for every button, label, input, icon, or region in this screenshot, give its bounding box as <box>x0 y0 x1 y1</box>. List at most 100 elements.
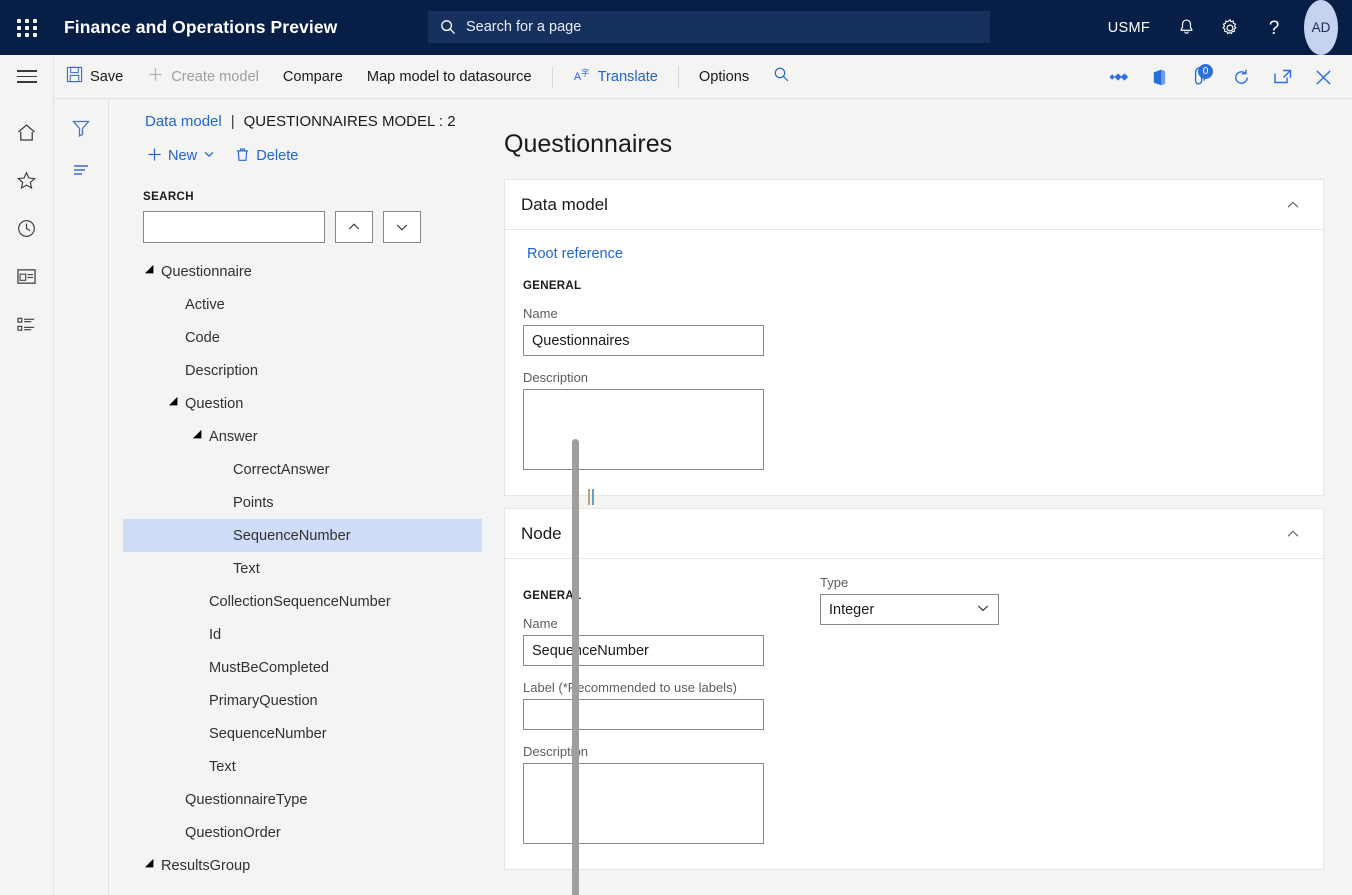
tree-item[interactable]: Text <box>123 552 482 585</box>
tree-item[interactable]: QuestionOrder <box>123 816 482 849</box>
app-launcher-icon[interactable] <box>0 0 54 55</box>
save-button[interactable]: Save <box>54 55 135 99</box>
command-search-button[interactable] <box>761 55 802 99</box>
tree-toolbar: New Delete <box>123 130 482 172</box>
tree-item[interactable]: CorrectAnswer <box>123 453 482 486</box>
node-card: Node GENERAL Name Label (*Recommended to… <box>504 508 1324 870</box>
modules-list-icon[interactable] <box>0 301 54 347</box>
new-button[interactable]: New <box>139 140 223 172</box>
node-name-input[interactable] <box>523 635 764 666</box>
tree-vertical-scrollbar[interactable] <box>572 439 579 895</box>
data-model-description-textarea[interactable] <box>523 389 764 470</box>
tree-item[interactable]: Text <box>123 750 482 783</box>
page-title: Questionnaires <box>504 99 1324 179</box>
node-card-body: GENERAL Name Label (*Recommended to use … <box>505 559 1323 869</box>
home-icon[interactable] <box>0 109 54 155</box>
tree-item[interactable]: SequenceNumber <box>123 519 482 552</box>
panel-splitter[interactable] <box>585 99 597 895</box>
tree-item[interactable]: ResultsGroup <box>123 849 482 882</box>
settings-gear-icon[interactable] <box>1208 0 1252 55</box>
tree-expand-triangle-icon[interactable] <box>143 860 161 872</box>
tree-item[interactable]: Active <box>123 288 482 321</box>
tree-item-label: CollectionSequenceNumber <box>209 594 391 610</box>
tree-item-label: Points <box>233 495 274 511</box>
app-title: Finance and Operations Preview <box>64 17 337 38</box>
data-model-name-label: Name <box>523 306 1305 321</box>
triangle-icon <box>169 396 182 409</box>
root-reference-link[interactable]: Root reference <box>523 244 623 262</box>
user-avatar[interactable]: AD <box>1304 0 1338 55</box>
tree-item-label: Text <box>209 759 236 775</box>
compare-button[interactable]: Compare <box>271 55 355 99</box>
open-in-new-window-icon[interactable] <box>1262 55 1303 99</box>
office-apps-icon[interactable] <box>1139 55 1180 99</box>
tree-item-label: Code <box>185 330 220 346</box>
splitter-grip <box>588 489 594 505</box>
options-button[interactable]: Options <box>687 55 761 99</box>
app-root: Finance and Operations Preview Search fo… <box>0 0 1352 895</box>
navigation-rail <box>0 99 54 895</box>
data-model-tree[interactable]: QuestionnaireActive Code Description Questi… <box>123 255 482 895</box>
tree-item-label: SequenceNumber <box>209 726 327 742</box>
search-section-label: SEARCH <box>123 172 482 203</box>
tree-item[interactable]: CollectionSequenceNumber <box>123 585 482 618</box>
node-general-heading: GENERAL <box>523 590 764 602</box>
search-next-button[interactable] <box>383 211 421 243</box>
company-selector[interactable]: USMF <box>1094 0 1164 55</box>
attachments-icon[interactable]: 0 <box>1180 55 1221 99</box>
tree-expand-triangle-icon[interactable] <box>167 398 185 410</box>
data-model-card-header: Data model <box>505 180 1323 230</box>
create-model-label: Create model <box>171 69 259 85</box>
breadcrumb-link-data-model[interactable]: Data model <box>145 113 222 130</box>
nav-hamburger-icon[interactable] <box>0 55 54 99</box>
tree-item[interactable]: PrimaryQuestion <box>123 684 482 717</box>
workspaces-icon[interactable] <box>0 253 54 299</box>
global-search-box[interactable]: Search for a page <box>428 11 990 43</box>
tree-expand-triangle-icon[interactable] <box>191 431 209 443</box>
tree-item[interactable]: Answer <box>123 420 482 453</box>
favorites-star-icon[interactable] <box>0 157 54 203</box>
map-model-to-datasource-button[interactable]: Map model to datasource <box>355 55 544 99</box>
tree-expand-triangle-icon[interactable] <box>143 266 161 278</box>
data-model-general-heading: GENERAL <box>523 280 1305 292</box>
tree-item-label: Question <box>185 396 243 412</box>
command-bar: Save Create model Compare Map model to d… <box>0 55 1352 99</box>
compare-label: Compare <box>283 69 343 85</box>
filter-icon[interactable] <box>54 107 109 149</box>
notifications-bell-icon[interactable] <box>1164 0 1208 55</box>
translate-button[interactable]: A字 Translate <box>561 55 670 99</box>
search-input[interactable] <box>143 211 325 243</box>
data-model-card-body: Root reference GENERAL Name Description <box>505 230 1323 495</box>
tree-item-label: SequenceNumber <box>233 528 351 544</box>
recent-clock-icon[interactable] <box>0 205 54 251</box>
node-type-select[interactable]: Integer <box>820 594 999 625</box>
close-button[interactable] <box>1303 55 1344 99</box>
delete-button[interactable]: Delete <box>227 140 306 172</box>
data-model-name-input[interactable] <box>523 325 764 356</box>
show-list-icon[interactable] <box>54 149 109 191</box>
help-question-icon[interactable]: ? <box>1252 0 1296 55</box>
tree-item[interactable]: Points <box>123 486 482 519</box>
refresh-icon[interactable] <box>1221 55 1262 99</box>
tree-item[interactable]: Id <box>123 618 482 651</box>
tree-item[interactable]: SequenceNumber <box>123 717 482 750</box>
global-search-placeholder: Search for a page <box>466 19 581 35</box>
tree-item[interactable]: MustBeCompleted <box>123 651 482 684</box>
search-previous-button[interactable] <box>335 211 373 243</box>
trade-diamond-icon[interactable] <box>1098 55 1139 99</box>
tree-item[interactable]: Description <box>123 354 482 387</box>
tree-item[interactable]: QuestionnaireType <box>123 783 482 816</box>
tree-item[interactable]: Question <box>123 387 482 420</box>
collapse-chevron-up-icon[interactable] <box>1279 191 1307 219</box>
collapse-chevron-up-icon[interactable] <box>1279 520 1307 548</box>
save-label: Save <box>90 69 123 85</box>
tree-item-label: Description <box>185 363 258 379</box>
node-description-textarea[interactable] <box>523 763 764 844</box>
create-model-button[interactable]: Create model <box>135 55 271 99</box>
node-type-value: Integer <box>829 602 874 618</box>
tree-item[interactable]: Questionnaire <box>123 255 482 288</box>
tree-item[interactable]: Code <box>123 321 482 354</box>
node-label-input[interactable] <box>523 699 764 730</box>
node-description-label: Description <box>523 744 764 759</box>
top-navigation-bar: Finance and Operations Preview Search fo… <box>0 0 1352 55</box>
